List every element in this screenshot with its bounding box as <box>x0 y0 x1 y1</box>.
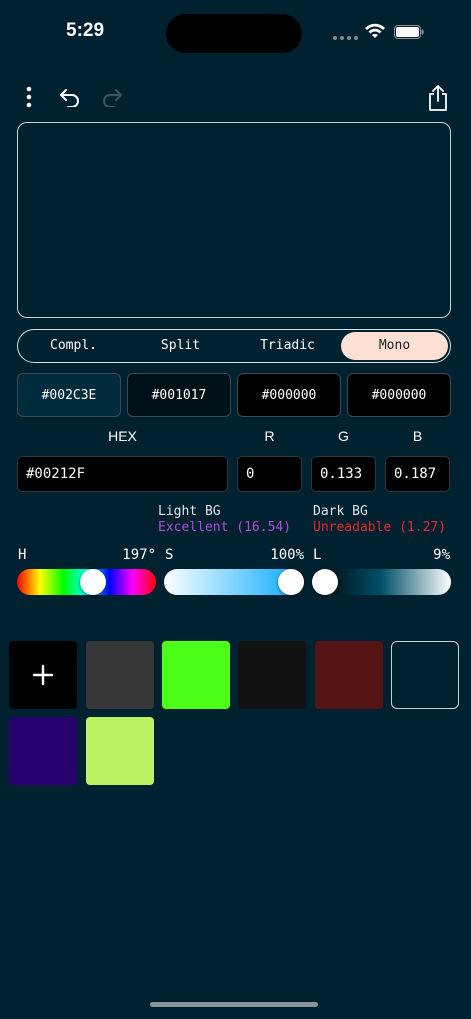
hex-label: HEX <box>108 428 137 444</box>
dark-bg-label: Dark BG <box>313 504 368 519</box>
r-input[interactable]: 0 <box>237 456 302 492</box>
hue-slider-knob[interactable] <box>80 569 107 595</box>
saturation-label: S <box>165 547 174 563</box>
lightness-label: L <box>313 547 322 563</box>
share-icon <box>429 85 447 111</box>
saved-color-swatch[interactable] <box>315 641 383 709</box>
lightness-value: 9% <box>433 547 450 563</box>
saturation-slider-knob[interactable] <box>278 569 304 595</box>
color-preview <box>17 122 451 318</box>
dynamic-island <box>166 14 302 53</box>
share-button[interactable] <box>424 83 452 113</box>
saved-color-swatch[interactable] <box>9 717 77 785</box>
saturation-value: 100% <box>270 547 304 563</box>
tab-compl[interactable]: Compl. <box>20 332 127 360</box>
saturation-slider[interactable] <box>164 569 304 595</box>
redo-icon <box>103 89 122 107</box>
harmony-swatch-2[interactable]: #001017 <box>127 373 231 417</box>
vertical-dots-icon <box>26 86 32 108</box>
menu-button[interactable] <box>18 84 40 110</box>
hue-label: H <box>18 547 27 563</box>
saved-color-swatch[interactable] <box>86 717 154 785</box>
wifi-icon <box>365 23 385 38</box>
harmony-swatch-4[interactable]: #000000 <box>347 373 451 417</box>
hue-slider[interactable] <box>17 569 156 595</box>
harmony-swatch-1[interactable]: #002C3E <box>17 373 121 417</box>
undo-icon <box>60 89 79 107</box>
b-input[interactable]: 0.187 <box>385 456 450 492</box>
add-color-button[interactable] <box>9 641 77 709</box>
hex-input[interactable]: #00212F <box>17 456 228 492</box>
harmony-swatch-3[interactable]: #000000 <box>237 373 341 417</box>
saved-color-swatch[interactable] <box>86 641 154 709</box>
light-bg-label: Light BG <box>158 504 221 519</box>
tab-triadic[interactable]: Triadic <box>234 332 341 360</box>
tab-split[interactable]: Split <box>127 332 234 360</box>
battery-icon <box>394 25 424 39</box>
dark-bg-rating: Unreadable (1.27) <box>313 520 447 535</box>
g-label: G <box>338 428 349 444</box>
tab-mono[interactable]: Mono <box>341 332 448 360</box>
lightness-slider-knob[interactable] <box>312 569 338 595</box>
undo-button[interactable] <box>56 84 84 110</box>
redo-button[interactable] <box>98 84 126 110</box>
saved-color-swatch[interactable] <box>238 641 306 709</box>
cellular-icon <box>333 36 358 40</box>
home-indicator <box>150 1002 318 1007</box>
hue-value: 197° <box>122 547 156 563</box>
plus-icon <box>32 664 54 686</box>
lightness-slider[interactable] <box>312 569 451 595</box>
light-bg-rating: Excellent (16.54) <box>158 520 292 535</box>
status-time: 5:29 <box>66 20 105 41</box>
saved-color-swatch[interactable] <box>162 641 230 709</box>
harmony-segmented-control: Compl. Split Triadic Mono <box>17 329 451 363</box>
g-input[interactable]: 0.133 <box>311 456 376 492</box>
b-label: B <box>412 428 423 444</box>
saved-color-swatch-selected[interactable] <box>391 641 459 709</box>
r-label: R <box>264 428 275 444</box>
